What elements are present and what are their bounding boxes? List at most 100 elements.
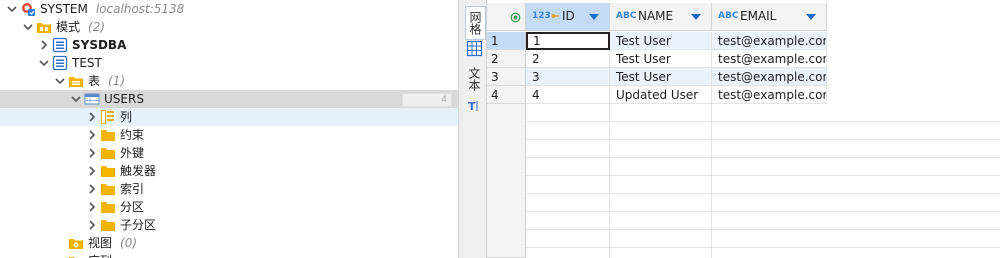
tree-node-foreign-keys[interactable]: 外键 <box>0 144 458 162</box>
column-name: ID <box>562 9 575 23</box>
cell-id[interactable]: 1 <box>526 32 610 50</box>
string-type-icon: ABC <box>616 11 637 21</box>
row-number[interactable]: 2 <box>487 50 526 68</box>
cell-email[interactable]: test@example.com <box>712 50 827 68</box>
tree-node-schemas[interactable]: 模式 (2) <box>0 18 458 36</box>
cell-name[interactable]: Test User <box>610 68 712 86</box>
text-view-icon[interactable]: T <box>466 97 483 114</box>
row-number[interactable]: 4 <box>487 86 526 104</box>
cell-name[interactable]: Test User <box>610 32 712 50</box>
chevron-right-icon[interactable] <box>38 39 50 51</box>
cell-id[interactable]: 2 <box>526 50 610 68</box>
results-grid: 123 ID ABC NAME ABC EMAIL 1 1 Test User … <box>487 0 1000 258</box>
grid-line <box>526 139 1000 140</box>
row-number-gutter <box>487 104 526 258</box>
tree-node-constraints[interactable]: 约束 <box>0 126 458 144</box>
indexes-label: 索引 <box>120 182 145 196</box>
column-filter-icon[interactable] <box>806 14 816 20</box>
users-label: USERS <box>104 92 144 106</box>
cell-email[interactable]: test@example.com <box>712 86 827 104</box>
column-header-id[interactable]: 123 ID <box>526 3 610 31</box>
column-name: EMAIL <box>740 9 777 23</box>
chevron-down-icon[interactable] <box>70 93 82 105</box>
cell-email[interactable]: test@example.com <box>712 32 827 50</box>
svg-text:T: T <box>468 100 476 113</box>
chevron-right-icon[interactable] <box>86 183 98 195</box>
sysdba-label: SYSDBA <box>72 38 127 52</box>
column-name: NAME <box>638 9 674 23</box>
grid-icon[interactable] <box>466 40 483 57</box>
tree-node-sysdba[interactable]: SYSDBA <box>0 36 458 54</box>
schema-icon <box>52 55 68 71</box>
grid-corner[interactable] <box>487 3 526 31</box>
chevron-down-icon[interactable] <box>6 3 18 15</box>
sequences-label: 序列 <box>88 252 112 258</box>
cell-name[interactable]: Updated User <box>610 86 712 104</box>
tree-node-columns[interactable]: 列 <box>0 108 458 126</box>
column-header-email[interactable]: ABC EMAIL <box>712 3 827 31</box>
row-number[interactable]: 1 <box>487 32 526 50</box>
tab-grid[interactable]: 网格 <box>465 6 486 40</box>
column-filter-icon[interactable] <box>589 14 599 20</box>
grid-line <box>526 211 1000 212</box>
tree-node-connection[interactable]: SYSTEM localhost:5138 <box>0 0 458 18</box>
table-size-bar: 4 <box>402 93 452 107</box>
chevron-right-icon[interactable] <box>86 165 98 177</box>
constraints-label: 约束 <box>120 128 145 142</box>
grid-line <box>526 121 1000 122</box>
test-label: TEST <box>72 56 102 70</box>
cell-id[interactable]: 4 <box>526 86 610 104</box>
tree-node-indexes[interactable]: 索引 <box>0 180 458 198</box>
database-navigator-tree: SYSTEM localhost:5138 模式 (2) SYSDBA TEST 表… <box>0 0 458 258</box>
tree-node-sequences[interactable]: 序列 <box>0 252 458 258</box>
cell-name[interactable]: Test User <box>610 50 712 68</box>
tree-node-partitions[interactable]: 分区 <box>0 198 458 216</box>
schema-icon <box>52 37 68 53</box>
chevron-right-icon[interactable] <box>86 201 98 213</box>
tables-label: 表 <box>88 74 101 88</box>
folder-icon <box>100 217 116 233</box>
cell-email[interactable]: test@example.com <box>712 68 827 86</box>
grid-line <box>526 157 1000 158</box>
chevron-down-icon[interactable] <box>38 57 50 69</box>
folder-icon <box>68 253 84 258</box>
schemas-folder-icon <box>36 19 52 35</box>
numeric-type-icon: 123 <box>532 11 551 21</box>
schemas-count: (2) <box>88 20 106 34</box>
key-icon <box>551 14 559 18</box>
folder-icon <box>100 127 116 143</box>
folder-icon <box>100 145 116 161</box>
folder-icon <box>100 181 116 197</box>
database-connection-icon <box>20 1 36 17</box>
tree-node-users-table[interactable]: USERS 4 <box>0 90 458 108</box>
grid-line <box>526 193 1000 194</box>
cell-id[interactable]: 3 <box>526 68 610 86</box>
table-icon <box>84 91 100 107</box>
column-filter-icon[interactable] <box>691 14 701 20</box>
grid-line <box>526 247 1000 248</box>
chevron-right-icon[interactable] <box>86 111 98 123</box>
column-header-name[interactable]: ABC NAME <box>610 3 712 31</box>
foreign-keys-label: 外键 <box>120 146 145 160</box>
connection-host: localhost:5138 <box>95 2 185 16</box>
tables-count: (1) <box>108 74 126 88</box>
chevron-right-icon[interactable] <box>86 219 98 231</box>
tables-folder-icon <box>68 73 84 89</box>
chevron-right-icon[interactable] <box>86 129 98 141</box>
result-view-toolbar: 网格 文本 T <box>463 0 487 258</box>
chevron-right-icon[interactable] <box>86 147 98 159</box>
tree-node-triggers[interactable]: 触发器 <box>0 162 458 180</box>
tree-node-test[interactable]: TEST <box>0 54 458 72</box>
tab-text[interactable]: 文本 <box>465 64 484 94</box>
record-status-icon <box>510 12 521 23</box>
tree-node-views[interactable]: 视图 (0) <box>0 234 458 252</box>
chevron-down-icon[interactable] <box>22 21 34 33</box>
triggers-label: 触发器 <box>120 164 157 178</box>
row-number[interactable]: 3 <box>487 68 526 86</box>
grid-line <box>526 229 1000 230</box>
chevron-down-icon[interactable] <box>54 75 66 87</box>
tree-node-subpartitions[interactable]: 子分区 <box>0 216 458 234</box>
column-divider <box>711 104 712 258</box>
tree-node-tables[interactable]: 表 (1) <box>0 72 458 90</box>
views-count: (0) <box>120 236 138 250</box>
